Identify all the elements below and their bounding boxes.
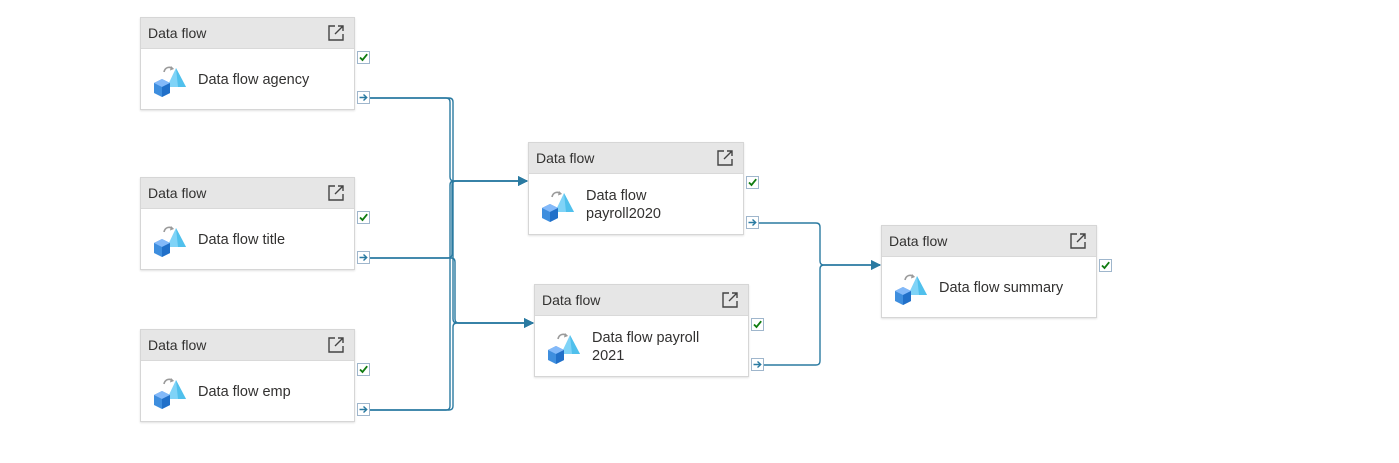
node-body: Data flow emp xyxy=(141,361,354,422)
data-flow-icon xyxy=(539,188,575,224)
activity-type-label: Data flow xyxy=(148,185,207,201)
link-agency-to-payroll2020[interactable] xyxy=(370,97,528,186)
node-header: Data flow xyxy=(141,330,354,361)
activity-node-payroll2021[interactable]: Data flow Data flow payroll 2021 xyxy=(534,284,749,377)
link-agency-to-payroll2021[interactable] xyxy=(370,97,534,328)
activity-name: Data flow emp xyxy=(198,383,291,400)
success-port-title[interactable] xyxy=(357,211,370,224)
arrow-right-icon xyxy=(359,93,368,102)
node-body: Data flow payroll 2021 xyxy=(535,316,748,377)
checkmark-icon xyxy=(753,320,762,329)
node-body: Data flow summary xyxy=(882,257,1096,318)
link-payroll2021-to-summary[interactable] xyxy=(764,260,881,366)
checkmark-icon xyxy=(1101,261,1110,270)
arrow-right-icon xyxy=(748,218,757,227)
open-in-new-icon[interactable] xyxy=(720,290,740,310)
pipeline-canvas[interactable]: Data flow Data flow agency Data flow Data f… xyxy=(0,0,1399,463)
output-port-agency[interactable] xyxy=(357,91,370,104)
activity-name: Data flow payroll 2021 xyxy=(592,329,700,364)
open-in-new-icon[interactable] xyxy=(326,23,346,43)
node-body: Data flow title xyxy=(141,209,354,270)
activity-name: Data flow title xyxy=(198,231,286,248)
activity-type-label: Data flow xyxy=(889,233,948,249)
link-payroll2020-to-summary[interactable] xyxy=(759,222,881,270)
checkmark-icon xyxy=(359,213,368,222)
node-header: Data flow xyxy=(141,18,354,49)
activity-node-agency[interactable]: Data flow Data flow agency xyxy=(140,17,355,110)
arrow-right-icon xyxy=(359,253,368,262)
link-title-to-payroll2021[interactable] xyxy=(370,257,534,328)
activity-type-label: Data flow xyxy=(536,150,595,166)
node-header: Data flow xyxy=(535,285,748,316)
success-port-emp[interactable] xyxy=(357,363,370,376)
activity-type-label: Data flow xyxy=(542,292,601,308)
node-header: Data flow xyxy=(529,143,743,174)
checkmark-icon xyxy=(359,365,368,374)
node-body: Data flow agency xyxy=(141,49,354,110)
success-port-agency[interactable] xyxy=(357,51,370,64)
success-port-payroll2020[interactable] xyxy=(746,176,759,189)
activity-name: Data flow summary xyxy=(939,279,1064,296)
data-flow-icon xyxy=(151,223,187,259)
data-flow-icon xyxy=(545,330,581,366)
output-port-emp[interactable] xyxy=(357,403,370,416)
success-port-summary[interactable] xyxy=(1099,259,1112,272)
open-in-new-icon[interactable] xyxy=(1068,231,1088,251)
link-emp-to-payroll2020[interactable] xyxy=(370,176,528,411)
checkmark-icon xyxy=(359,53,368,62)
arrow-right-icon xyxy=(359,405,368,414)
link-title-to-payroll2020[interactable] xyxy=(370,176,528,259)
output-port-title[interactable] xyxy=(357,251,370,264)
open-in-new-icon[interactable] xyxy=(326,335,346,355)
activity-node-summary[interactable]: Data flow Data flow summary xyxy=(881,225,1097,318)
open-in-new-icon[interactable] xyxy=(715,148,735,168)
activity-type-label: Data flow xyxy=(148,337,207,353)
checkmark-icon xyxy=(748,178,757,187)
node-header: Data flow xyxy=(882,226,1096,257)
data-flow-icon xyxy=(151,375,187,411)
output-port-payroll2020[interactable] xyxy=(746,216,759,229)
arrow-right-icon xyxy=(753,360,762,369)
success-port-payroll2021[interactable] xyxy=(751,318,764,331)
data-flow-icon xyxy=(892,271,928,307)
activity-node-title[interactable]: Data flow Data flow title xyxy=(140,177,355,270)
activity-name: Data flow agency xyxy=(198,71,310,88)
activity-type-label: Data flow xyxy=(148,25,207,41)
open-in-new-icon[interactable] xyxy=(326,183,346,203)
output-port-payroll2021[interactable] xyxy=(751,358,764,371)
node-body: Data flow payroll2020 xyxy=(529,174,743,235)
activity-name: Data flow payroll2020 xyxy=(586,187,661,222)
link-emp-to-payroll2021[interactable] xyxy=(370,318,534,411)
activity-node-payroll2020[interactable]: Data flow Data flow payroll2020 xyxy=(528,142,744,235)
activity-node-emp[interactable]: Data flow Data flow emp xyxy=(140,329,355,422)
node-header: Data flow xyxy=(141,178,354,209)
data-flow-icon xyxy=(151,63,187,99)
